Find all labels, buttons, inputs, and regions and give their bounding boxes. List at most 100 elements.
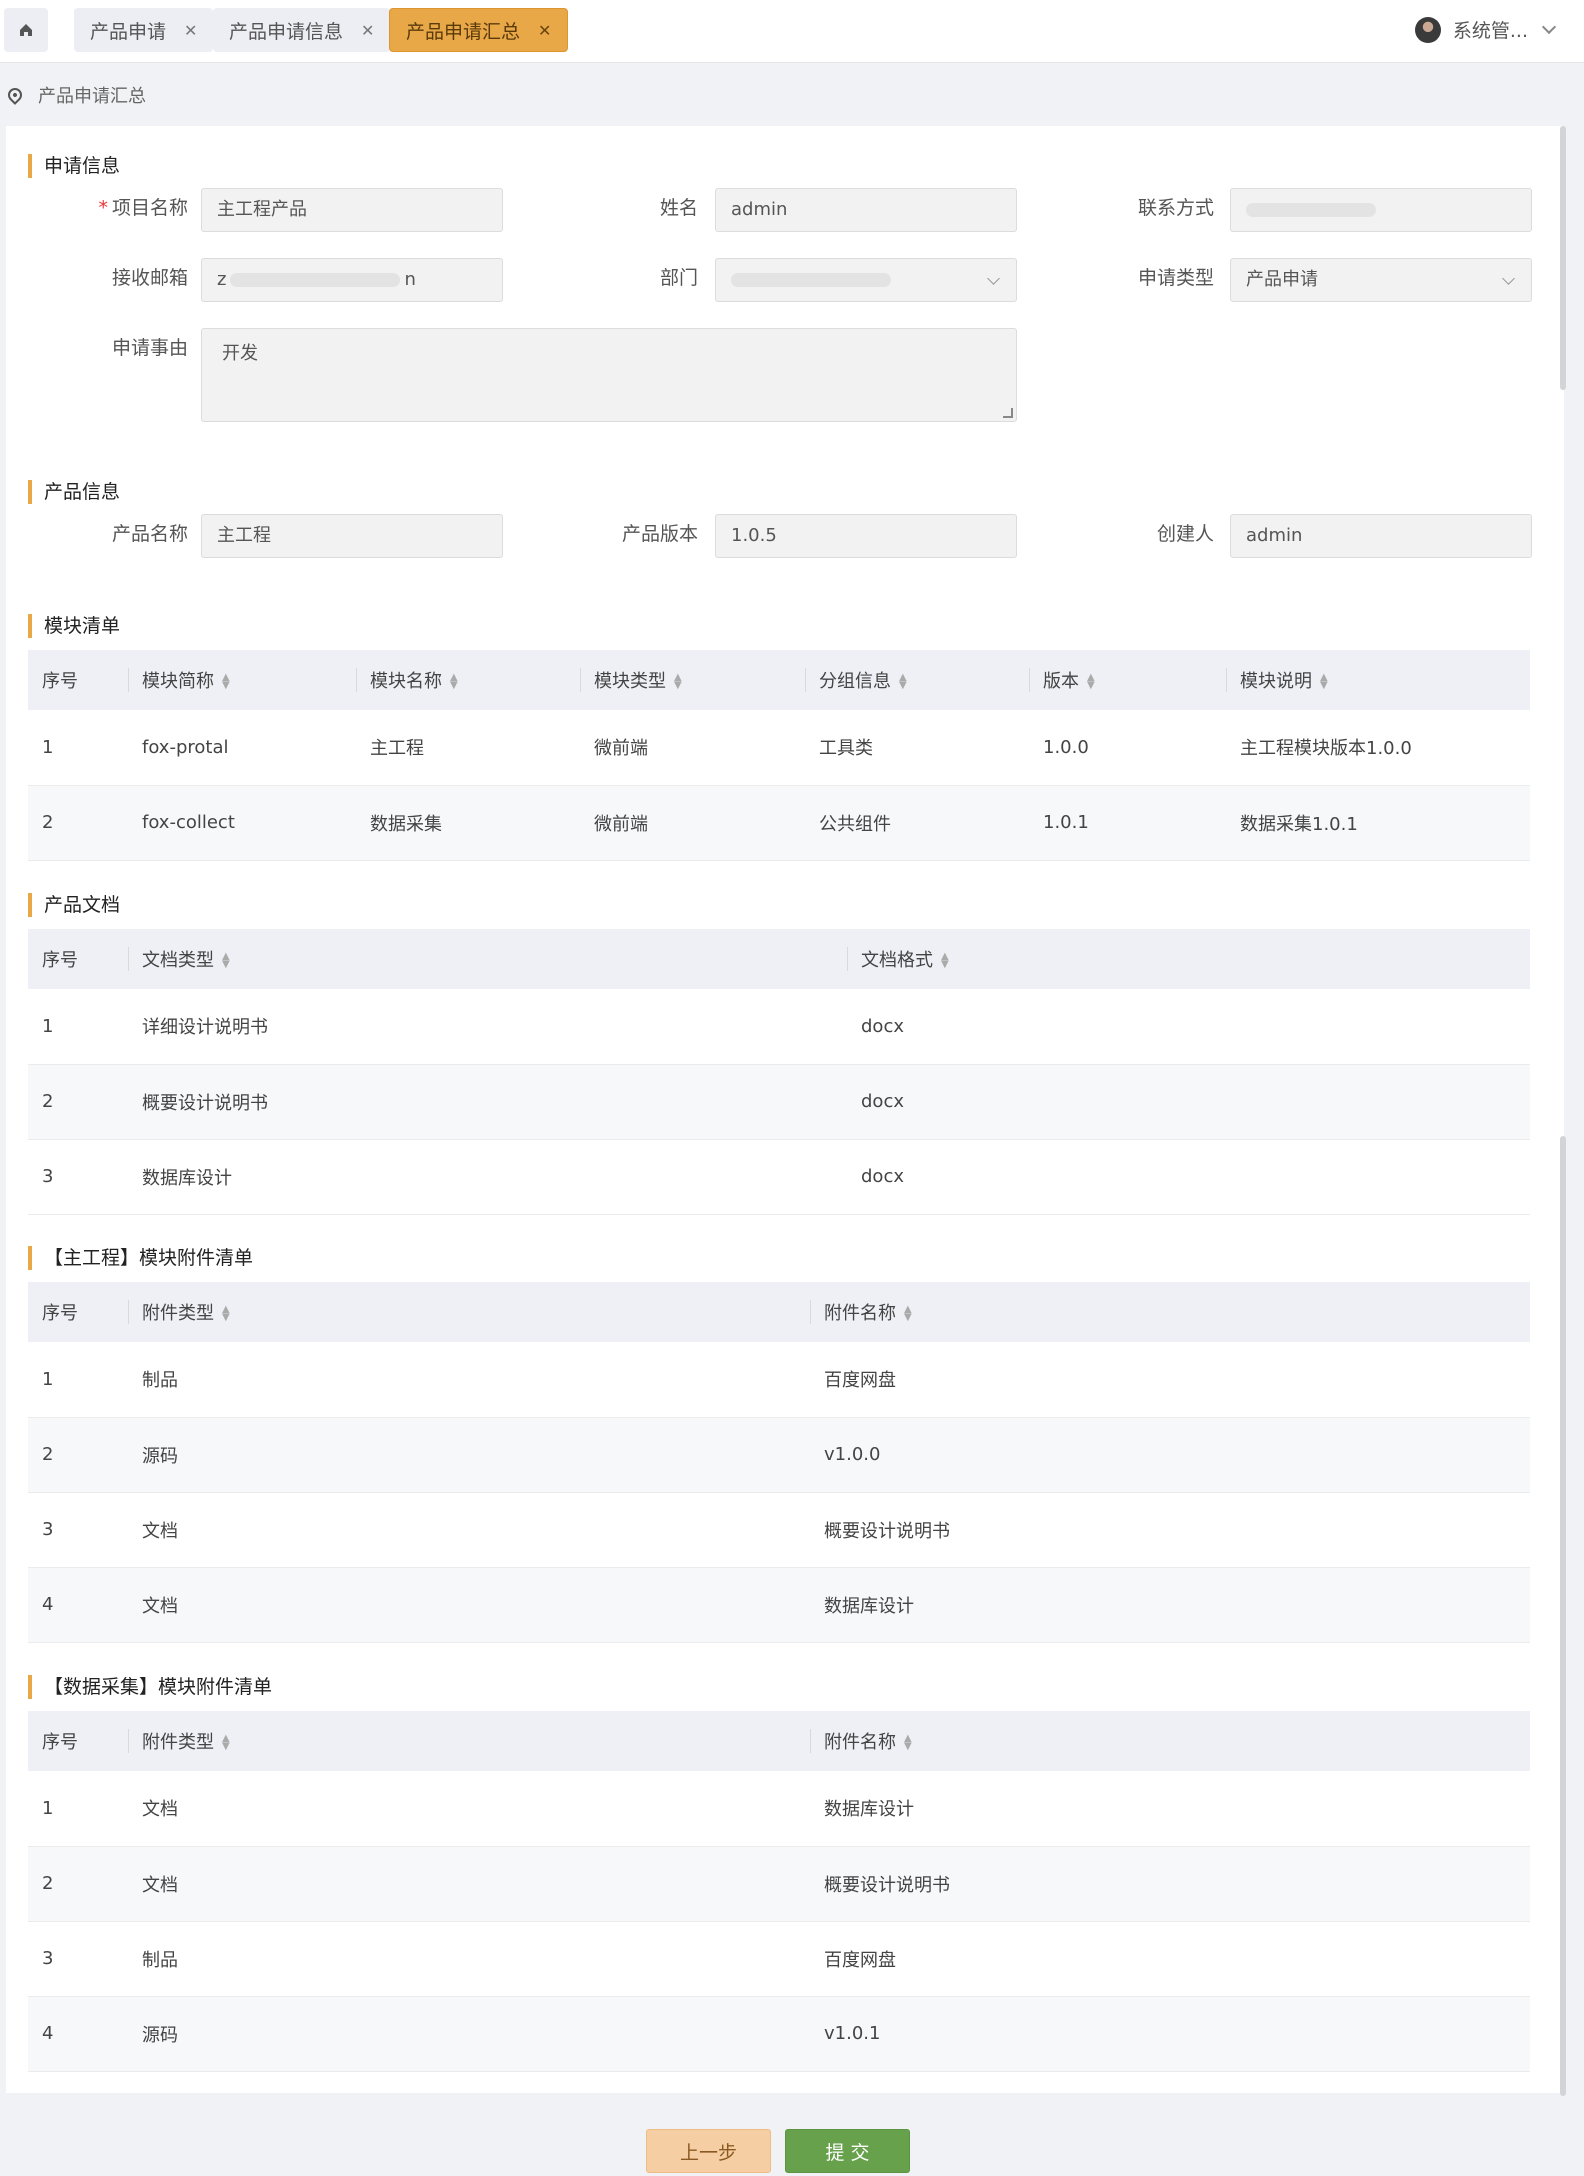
- collect-attachments-table: 序号 附件类型 ▲ ▼ 附件名称 ▲ ▼ 1 文档 数据库设计 2 文档 概要设计说明书…: [28, 1711, 1530, 2072]
- sort-icon[interactable]: ▲ ▼: [941, 952, 949, 970]
- table-row[interactable]: 1 fox-protal 主工程 微前端 工具类 1.0.0 主工程模块版本1.…: [28, 710, 1530, 786]
- resize-handle-icon[interactable]: [1003, 408, 1013, 418]
- sort-icon[interactable]: ▲ ▼: [904, 1734, 912, 1752]
- close-icon[interactable]: ✕: [184, 21, 197, 40]
- table-row[interactable]: 4 文档 数据库设计: [28, 1567, 1530, 1643]
- application-type-select[interactable]: 产品申请: [1230, 258, 1532, 302]
- cell-index: 2: [28, 1064, 128, 1140]
- col-header-attachment-name[interactable]: 附件名称 ▲ ▼: [810, 1711, 1530, 1771]
- sort-icon[interactable]: ▲ ▼: [450, 673, 458, 691]
- cell-doc-type: 详细设计说明书: [128, 989, 847, 1065]
- contact-label: 联系方式: [1137, 197, 1214, 219]
- scrollbar-thumb[interactable]: [1560, 1136, 1566, 2096]
- col-header-module-short-name[interactable]: 模块简称 ▲ ▼: [128, 650, 356, 710]
- top-tab-bar: 产品申请 ✕ 产品申请信息 ✕ 产品申请汇总 ✕ 系统管...: [0, 0, 1584, 63]
- section-title-collect-attachments: 【数据采集】模块附件清单: [28, 1675, 272, 1699]
- col-header-group-info[interactable]: 分组信息 ▲ ▼: [805, 650, 1029, 710]
- department-select[interactable]: [715, 258, 1017, 302]
- cell-attachment-type: 制品: [128, 1921, 810, 1997]
- cell-index: 3: [28, 1921, 128, 1997]
- sort-icon[interactable]: ▲ ▼: [899, 673, 907, 691]
- previous-step-button[interactable]: 上一步: [646, 2129, 771, 2173]
- scrollbar-thumb-top[interactable]: [1560, 126, 1566, 390]
- col-header-attachment-type[interactable]: 附件类型 ▲ ▼: [128, 1711, 810, 1771]
- tab-product-application[interactable]: 产品申请 ✕: [74, 8, 214, 52]
- cell-attachment-type: 文档: [128, 1567, 810, 1643]
- main-attachments-table: 序号 附件类型 ▲ ▼ 附件名称 ▲ ▼ 1 制品 百度网盘 2 源码 v1.0.0 3…: [28, 1282, 1530, 1643]
- table-row[interactable]: 2 fox-collect 数据采集 微前端 公共组件 1.0.1 数据采集1.…: [28, 785, 1530, 861]
- table-row[interactable]: 3 制品 百度网盘: [28, 1921, 1530, 1997]
- col-header-index: 序号: [42, 950, 78, 971]
- sort-icon[interactable]: ▲ ▼: [1087, 673, 1095, 691]
- cell-version: 1.0.0: [1029, 710, 1226, 786]
- sort-icon[interactable]: ▲ ▼: [222, 1305, 230, 1323]
- sort-icon[interactable]: ▲ ▼: [674, 673, 682, 691]
- table-row[interactable]: 2 源码 v1.0.0: [28, 1417, 1530, 1493]
- table-row[interactable]: 4 源码 v1.0.1: [28, 1996, 1530, 2072]
- col-header-module-description[interactable]: 模块说明 ▲ ▼: [1226, 650, 1530, 710]
- reason-label: 申请事由: [111, 337, 188, 359]
- col-header-doc-format[interactable]: 文档格式 ▲ ▼: [847, 929, 1530, 989]
- submit-button[interactable]: 提 交: [785, 2129, 910, 2173]
- product-name-field[interactable]: 主工程: [201, 514, 503, 558]
- tab-product-application-info[interactable]: 产品申请信息 ✕: [213, 8, 391, 52]
- table-row[interactable]: 1 文档 数据库设计: [28, 1771, 1530, 1847]
- cell-index: 3: [28, 1492, 128, 1568]
- table-row[interactable]: 3 文档 概要设计说明书: [28, 1492, 1530, 1568]
- name-field[interactable]: admin: [715, 188, 1017, 232]
- col-header-attachment-name[interactable]: 附件名称 ▲ ▼: [810, 1282, 1530, 1342]
- avatar: [1414, 16, 1441, 43]
- chevron-down-icon: [1541, 19, 1557, 34]
- breadcrumb: 产品申请汇总: [0, 64, 1584, 126]
- reason-textarea[interactable]: 开发: [201, 328, 1017, 422]
- section-title-main-attachments: 【主工程】模块附件清单: [28, 1246, 253, 1270]
- table-header-row: 序号 模块简称 ▲ ▼ 模块名称 ▲ ▼ 模块类型 ▲ ▼ 分组信息 ▲ ▼ 版本 ▲ ▼ 模块说明…: [28, 650, 1530, 710]
- cell-index: 2: [28, 1846, 128, 1922]
- user-menu[interactable]: 系统管...: [1414, 16, 1557, 43]
- table-row[interactable]: 1 详细设计说明书 docx: [28, 989, 1530, 1065]
- sort-icon[interactable]: ▲ ▼: [222, 952, 230, 970]
- cell-index: 1: [28, 1771, 128, 1847]
- close-icon[interactable]: ✕: [538, 21, 551, 40]
- col-header-version[interactable]: 版本 ▲ ▼: [1029, 650, 1226, 710]
- creator-label: 创建人: [1156, 523, 1214, 545]
- col-header-module-type[interactable]: 模块类型 ▲ ▼: [580, 650, 805, 710]
- sort-icon[interactable]: ▲ ▼: [222, 1734, 230, 1752]
- tab-label: 产品申请信息: [229, 20, 344, 43]
- sort-icon[interactable]: ▲ ▼: [222, 673, 230, 691]
- col-header-index: 序号: [42, 671, 78, 692]
- col-header-doc-type[interactable]: 文档类型 ▲ ▼: [128, 929, 847, 989]
- cell-index: 2: [28, 785, 128, 861]
- email-label: 接收邮箱: [111, 267, 188, 289]
- table-row[interactable]: 3 数据库设计 docx: [28, 1139, 1530, 1215]
- cell-module-short-name: fox-collect: [128, 785, 356, 861]
- cell-module-description: 数据采集1.0.1: [1226, 785, 1530, 861]
- cell-attachment-name: 概要设计说明书: [810, 1846, 1530, 1922]
- email-field[interactable]: zn: [201, 258, 503, 302]
- sort-icon[interactable]: ▲ ▼: [1320, 673, 1328, 691]
- cell-attachment-name: 数据库设计: [810, 1567, 1530, 1643]
- col-header-attachment-type[interactable]: 附件类型 ▲ ▼: [128, 1282, 810, 1342]
- product-version-field[interactable]: 1.0.5: [715, 514, 1017, 558]
- col-header-module-name[interactable]: 模块名称 ▲ ▼: [356, 650, 580, 710]
- chevron-down-icon: [987, 272, 1000, 285]
- cell-module-description: 主工程模块版本1.0.0: [1226, 710, 1530, 786]
- table-row[interactable]: 1 制品 百度网盘: [28, 1342, 1530, 1418]
- cell-index: 4: [28, 1567, 128, 1643]
- sort-icon[interactable]: ▲ ▼: [904, 1305, 912, 1323]
- close-icon[interactable]: ✕: [361, 21, 374, 40]
- cell-doc-type: 概要设计说明书: [128, 1064, 847, 1140]
- tab-product-application-summary[interactable]: 产品申请汇总 ✕: [389, 8, 569, 52]
- section-title-application-info: 申请信息: [28, 154, 120, 178]
- cell-index: 1: [28, 1342, 128, 1418]
- table-row[interactable]: 2 概要设计说明书 docx: [28, 1064, 1530, 1140]
- project-name-field[interactable]: 主工程产品: [201, 188, 503, 232]
- cell-module-type: 微前端: [580, 785, 805, 861]
- main-card: 申请信息 * 项目名称 主工程产品 姓名 admin 联系方式 接收邮箱 zn 部…: [6, 126, 1564, 2093]
- cell-module-name: 主工程: [356, 710, 580, 786]
- cell-attachment-name: 数据库设计: [810, 1771, 1530, 1847]
- table-row[interactable]: 2 文档 概要设计说明书: [28, 1846, 1530, 1922]
- home-tab[interactable]: [4, 8, 48, 52]
- contact-field[interactable]: [1230, 188, 1532, 232]
- creator-field[interactable]: admin: [1230, 514, 1532, 558]
